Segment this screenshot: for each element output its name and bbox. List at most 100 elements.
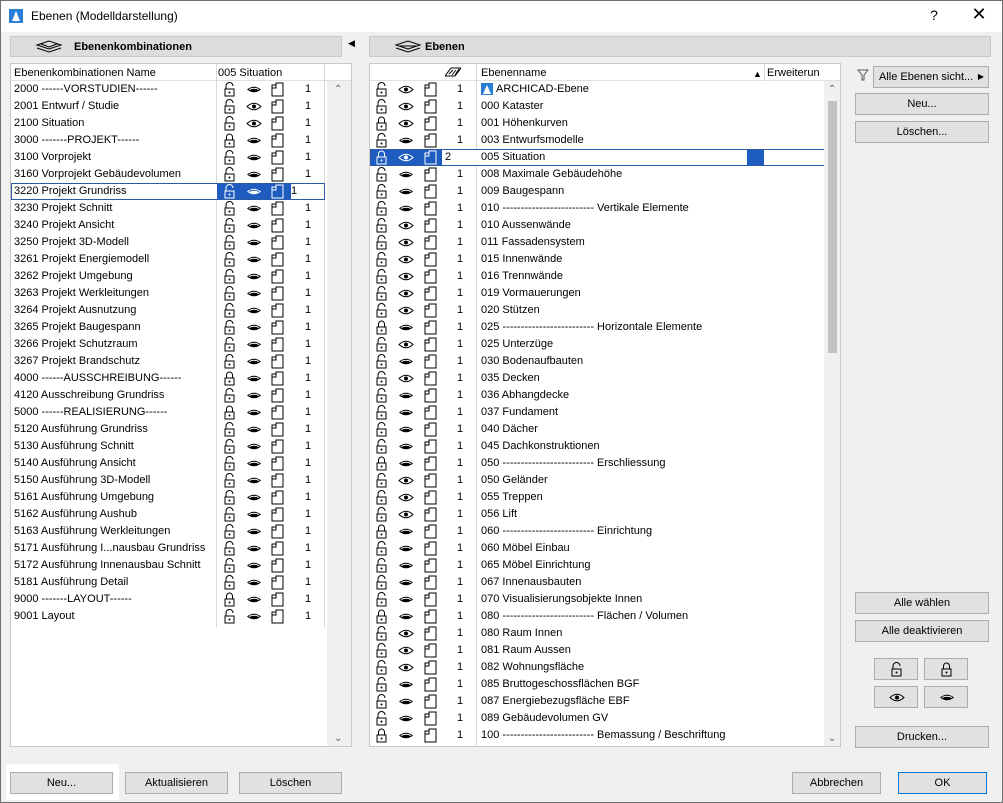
eye-closed-icon[interactable] (246, 405, 262, 420)
lock-open-icon[interactable] (374, 82, 389, 97)
eye-closed-icon[interactable] (246, 575, 262, 590)
layer-wireframe-icon[interactable] (270, 354, 285, 369)
lock-closed-icon[interactable] (374, 456, 389, 471)
lock-closed-icon[interactable] (374, 728, 389, 743)
lock-open-icon[interactable] (374, 558, 389, 573)
eye-open-icon[interactable] (398, 371, 414, 386)
left-scrollbar[interactable]: ⌃ ⌄ (327, 81, 351, 746)
eye-open-icon[interactable] (246, 116, 262, 131)
layer-wireframe-icon[interactable] (423, 218, 438, 233)
eye-open-icon[interactable] (398, 643, 414, 658)
combination-row[interactable]: 1 2100 Situation (11, 115, 351, 132)
scroll-thumb[interactable] (828, 101, 837, 353)
eye-open-icon[interactable] (398, 490, 414, 505)
layer-row[interactable]: 1 011 Fassadensystem (370, 234, 840, 251)
layer-wireframe-icon[interactable] (423, 82, 438, 97)
combination-row[interactable]: 1 3160 Vorprojekt Gebäudevolumen (11, 166, 351, 183)
eye-open-icon[interactable] (398, 252, 414, 267)
eye-closed-icon[interactable] (246, 82, 262, 97)
lock-open-icon[interactable] (374, 439, 389, 454)
select-all-button[interactable]: Alle wählen (855, 592, 989, 614)
eye-open-icon[interactable] (246, 99, 262, 114)
layer-wireframe-icon[interactable] (270, 422, 285, 437)
lock-closed-icon[interactable] (374, 150, 389, 165)
layer-wireframe-icon[interactable] (423, 643, 438, 658)
lock-open-icon[interactable] (222, 252, 237, 267)
eye-closed-icon[interactable] (246, 490, 262, 505)
layer-wireframe-icon[interactable] (270, 286, 285, 301)
eye-closed-icon[interactable] (398, 422, 414, 437)
layer-wireframe-icon[interactable] (423, 371, 438, 386)
layer-wireframe-icon[interactable] (270, 116, 285, 131)
lock-closed-icon[interactable] (374, 609, 389, 624)
layer-wireframe-icon[interactable] (270, 558, 285, 573)
layer-combinations-header[interactable]: Ebenenkombinationen (10, 36, 342, 57)
combination-row[interactable]: 1 5181 Ausführung Detail (11, 574, 351, 591)
eye-closed-icon[interactable] (398, 439, 414, 454)
deselect-all-button[interactable]: Alle deaktivieren (855, 620, 989, 642)
eye-open-icon[interactable] (398, 303, 414, 318)
combination-row[interactable]: 1 3263 Projekt Werkleitungen (11, 285, 351, 302)
layer-row[interactable]: 1 050 Geländer (370, 472, 840, 489)
combination-row[interactable]: 1 3240 Projekt Ansicht (11, 217, 351, 234)
layer-row[interactable]: 1 020 Stützen (370, 302, 840, 319)
lock-open-icon[interactable] (374, 473, 389, 488)
layer-wireframe-icon[interactable] (270, 388, 285, 403)
lock-open-icon[interactable] (374, 677, 389, 692)
eye-closed-icon[interactable] (398, 694, 414, 709)
layer-row[interactable]: 1 060 Möbel Einbau (370, 540, 840, 557)
eye-closed-icon[interactable] (246, 422, 262, 437)
combination-row[interactable]: 1 5162 Ausführung Aushub (11, 506, 351, 523)
layer-wireframe-icon[interactable] (423, 235, 438, 250)
lock-open-icon[interactable] (374, 405, 389, 420)
eye-closed-icon[interactable] (398, 558, 414, 573)
layer-row[interactable]: 1 000 Kataster (370, 98, 840, 115)
new-combination-button[interactable]: Neu... (10, 772, 113, 794)
layer-row[interactable]: 2 005 Situation (370, 149, 840, 166)
layer-wireframe-icon[interactable] (270, 201, 285, 216)
layer-wireframe-icon[interactable] (423, 422, 438, 437)
layer-row[interactable]: 1 019 Vormauerungen (370, 285, 840, 302)
ok-button[interactable]: OK (898, 772, 987, 794)
eye-closed-icon[interactable] (398, 405, 414, 420)
eye-open-icon[interactable] (398, 82, 414, 97)
layer-wireframe-icon[interactable] (270, 235, 285, 250)
layer-wireframe-icon[interactable] (423, 490, 438, 505)
eye-open-icon[interactable] (398, 626, 414, 641)
lock-closed-icon[interactable] (374, 116, 389, 131)
combination-row[interactable]: 1 3261 Projekt Energiemodell (11, 251, 351, 268)
layer-wireframe-icon[interactable] (423, 711, 438, 726)
unlock-button[interactable] (874, 658, 918, 680)
eye-closed-icon[interactable] (246, 167, 262, 182)
layer-wireframe-icon[interactable] (270, 609, 285, 624)
lock-open-icon[interactable] (222, 320, 237, 335)
layer-wireframe-icon[interactable] (423, 728, 438, 743)
combination-row[interactable]: 1 3230 Projekt Schnitt (11, 200, 351, 217)
layer-wireframe-icon[interactable] (423, 184, 438, 199)
layer-wireframe-icon[interactable] (423, 524, 438, 539)
lock-open-icon[interactable] (374, 371, 389, 386)
lock-open-icon[interactable] (374, 99, 389, 114)
lock-open-icon[interactable] (222, 337, 237, 352)
lock-closed-icon[interactable] (374, 320, 389, 335)
layer-wireframe-icon[interactable] (423, 201, 438, 216)
lock-closed-icon[interactable] (222, 592, 237, 607)
layer-row[interactable]: 1 ARCHICAD-Ebene (370, 81, 840, 98)
layer-wireframe-icon[interactable] (423, 541, 438, 556)
eye-open-icon[interactable] (398, 150, 414, 165)
layer-wireframe-icon[interactable] (270, 524, 285, 539)
lock-open-icon[interactable] (222, 150, 237, 165)
layer-wireframe-icon[interactable] (270, 252, 285, 267)
close-button[interactable]: ✕ (961, 4, 997, 28)
combination-row[interactable]: 1 5172 Ausführung Innenausbau Schnitt (11, 557, 351, 574)
eye-closed-icon[interactable] (398, 592, 414, 607)
layer-wireframe-icon[interactable] (270, 184, 285, 199)
eye-open-icon[interactable] (398, 286, 414, 301)
lock-open-icon[interactable] (374, 575, 389, 590)
layer-combinations-list[interactable]: Ebenenkombinationen Name 005 Situation 1… (10, 63, 352, 747)
lock-open-icon[interactable] (222, 82, 237, 97)
eye-open-icon[interactable] (398, 235, 414, 250)
lock-open-icon[interactable] (374, 626, 389, 641)
lock-open-icon[interactable] (374, 354, 389, 369)
combination-row[interactable]: 1 3000 -------PROJEKT------ (11, 132, 351, 149)
